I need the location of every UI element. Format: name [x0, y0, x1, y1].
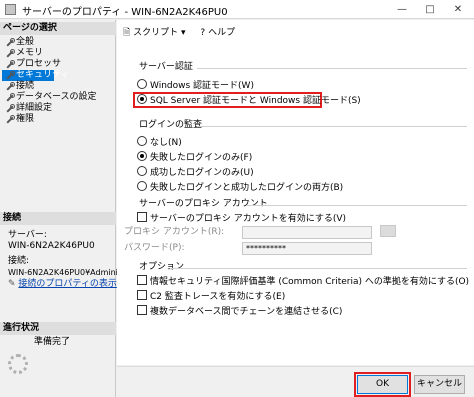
checkbox-icon	[137, 275, 147, 285]
proxy-account-label: プロキシ アカウント(R):	[124, 227, 225, 237]
select-page-header: ページの選択	[0, 22, 116, 35]
progress-status: 準備完了	[34, 337, 71, 347]
left-pane: ページの選択 全般 メモリ プロセッサ セキュリティ 接続 データベースの設定 …	[0, 20, 137, 397]
divider	[170, 268, 467, 269]
wrench-icon	[5, 38, 15, 47]
progress-header: 進行状況	[0, 322, 116, 335]
server-auth-label: サーバー認証	[139, 62, 193, 72]
close-button[interactable]: ✕	[444, 0, 472, 19]
page-item-permissions[interactable]: 権限	[2, 114, 114, 125]
wrench-icon	[5, 82, 15, 91]
connection-label: 接続:	[8, 256, 30, 266]
proxy-account-field[interactable]	[242, 226, 372, 239]
wrench-icon	[5, 49, 15, 58]
ok-button[interactable]: OK	[357, 375, 408, 394]
window-title: サーバーのプロパティ - WIN-6N2A2K46PU0	[22, 7, 228, 18]
chevron-down-icon: ▾	[181, 28, 186, 38]
help-icon: ?	[200, 28, 206, 38]
toolbar: 🗎 スクリプト ▾ ? ヘルプ	[123, 27, 247, 39]
checkbox-icon	[137, 305, 147, 315]
browse-button[interactable]	[380, 225, 396, 237]
checkbox-icon	[137, 290, 147, 300]
connection-properties-icon: ✎	[8, 279, 16, 289]
cross-db-chaining-checkbox[interactable]: 複数データベース間でチェーンを連結させる(C)	[137, 305, 342, 317]
radio-selected-icon	[137, 151, 147, 161]
wrench-icon	[5, 60, 15, 69]
page-item-advanced[interactable]: 詳細設定	[2, 103, 114, 114]
page-item-security[interactable]: セキュリティ	[2, 70, 69, 81]
title-bar: サーバーのプロパティ - WIN-6N2A2K46PU0 — □ ✕	[0, 0, 474, 19]
script-icon: 🗎	[123, 28, 131, 38]
maximize-button[interactable]: □	[416, 0, 444, 19]
wrench-icon	[5, 71, 15, 80]
proxy-password-label: パスワード(P):	[124, 243, 185, 253]
wrench-icon	[5, 115, 15, 124]
page-item-connections[interactable]: 接続	[2, 81, 114, 92]
wrench-icon	[5, 93, 15, 102]
divider	[247, 205, 467, 206]
radio-icon	[137, 136, 147, 146]
common-criteria-checkbox[interactable]: 情報セキュリティ国際評価基準 (Common Criteria) への準拠を有効…	[137, 275, 469, 287]
proxy-password-field[interactable]: **********	[242, 242, 372, 255]
mixed-auth-radio[interactable]: SQL Server 認証モードと Windows 認証モード(S)	[137, 94, 361, 106]
radio-icon	[137, 166, 147, 176]
minimize-button[interactable]: —	[388, 0, 416, 19]
audit-none-radio[interactable]: なし(N)	[137, 136, 182, 148]
progress-spinner-icon	[8, 354, 28, 374]
radio-icon	[137, 181, 147, 191]
divider	[197, 126, 467, 127]
page-item-memory[interactable]: メモリ	[2, 48, 114, 59]
script-button[interactable]: 🗎 スクリプト ▾	[123, 27, 186, 39]
connection-header: 接続	[0, 212, 116, 225]
page-item-processor[interactable]: プロセッサ	[2, 59, 114, 70]
audit-both-radio[interactable]: 失敗したログインと成功したログインの両方(B)	[137, 181, 343, 193]
server-value: WIN-6N2A2K46PU0	[8, 241, 95, 251]
audit-failed-radio[interactable]: 失敗したログインのみ(F)	[137, 151, 252, 163]
server-label: サーバー:	[8, 230, 47, 240]
c2-audit-checkbox[interactable]: C2 監査トレースを有効にする(E)	[137, 290, 285, 302]
radio-icon	[137, 79, 147, 89]
app-icon	[5, 4, 16, 15]
cancel-button[interactable]: キャンセル	[414, 375, 465, 394]
view-connection-properties[interactable]: ✎ 接続のプロパティの表示	[8, 279, 117, 290]
page-item-database-settings[interactable]: データベースの設定	[2, 92, 114, 103]
help-button[interactable]: ? ヘルプ	[200, 27, 235, 39]
radio-selected-icon	[137, 94, 147, 104]
enable-proxy-checkbox[interactable]: サーバーのプロキシ アカウントを有効にする(V)	[137, 212, 346, 224]
checkbox-icon	[137, 212, 147, 222]
audit-success-radio[interactable]: 成功したログインのみ(U)	[137, 166, 254, 178]
login-audit-label: ログインの監査	[139, 120, 203, 130]
view-connection-properties-link[interactable]: 接続のプロパティの表示	[18, 279, 116, 289]
windows-auth-radio[interactable]: Windows 認証モード(W)	[137, 79, 254, 91]
wrench-icon	[5, 104, 15, 113]
divider	[197, 68, 467, 69]
page-item-general[interactable]: 全般	[2, 37, 114, 48]
